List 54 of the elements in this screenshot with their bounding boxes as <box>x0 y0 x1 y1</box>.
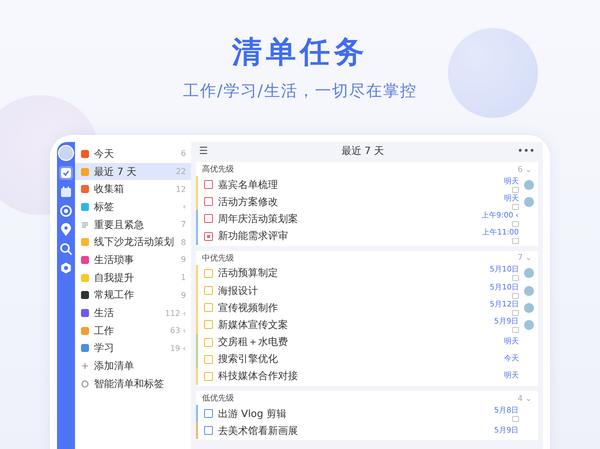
sidebar-item[interactable]: 标签 ‹ <box>75 198 191 216</box>
checkbox[interactable] <box>204 338 213 347</box>
checkbox[interactable] <box>204 197 213 206</box>
subtitle: 工作/学习/生活，一切尽在掌控 <box>183 81 417 101</box>
settings-icon[interactable] <box>59 261 73 275</box>
sidebar-item[interactable]: 工作 63 ‹ <box>75 322 191 340</box>
view-title: 最近 7 天 <box>341 144 384 158</box>
checkbox[interactable] <box>204 214 213 224</box>
item-count: 12 <box>176 184 186 194</box>
target-icon[interactable] <box>59 204 73 218</box>
menu-icon[interactable]: ☰ <box>199 146 208 156</box>
sidebar-item[interactable]: 生活琐事 9 <box>75 251 191 269</box>
sidebar-item[interactable]: 收集箱 12 <box>75 180 191 198</box>
checkbox[interactable] <box>204 268 213 278</box>
checkbox[interactable] <box>204 372 213 381</box>
sidebar-item[interactable]: 学习 19 ‹ <box>75 340 191 358</box>
sidebar-item[interactable]: 常规工作 9 <box>75 286 191 304</box>
item-count: 9 <box>180 255 186 264</box>
location-icon[interactable] <box>59 223 73 237</box>
item-count: 6 <box>180 149 186 158</box>
checkbox[interactable] <box>204 286 213 296</box>
checkbox[interactable] <box>204 354 213 364</box>
item-count: 112 ‹ <box>164 308 186 318</box>
sidebar-item[interactable]: 自我提升 1 <box>75 268 191 286</box>
checkbox[interactable] <box>204 180 213 190</box>
section-label: 低优先级 <box>202 393 234 404</box>
item-count: 1 <box>180 273 186 282</box>
checkbox[interactable] <box>204 232 213 241</box>
sidebar-item[interactable]: 生活 112 ‹ <box>75 304 191 322</box>
more-icon[interactable]: ••• <box>517 146 535 156</box>
headline: 清单任务 <box>232 35 368 71</box>
section-label: 中优先级 <box>202 252 234 264</box>
section-label: 高优先级 <box>202 164 234 175</box>
checkbox[interactable] <box>204 426 213 436</box>
sidebar-item[interactable]: 智能清单和标签 <box>75 374 191 393</box>
sidebar-item[interactable]: 最近 7 天 22 <box>75 162 191 180</box>
checkbox[interactable] <box>204 409 213 418</box>
checkbox[interactable] <box>204 320 213 330</box>
sidebar-item[interactable]: 今天 6 <box>75 145 191 163</box>
item-count: 19 ‹ <box>170 344 186 353</box>
avatar-icon[interactable] <box>58 145 74 161</box>
calendar-icon[interactable] <box>59 185 73 199</box>
item-count: 8 <box>180 238 186 247</box>
item-count: 22 <box>176 167 186 176</box>
item-count: 9 <box>180 290 186 300</box>
sidebar-item[interactable]: 线下沙龙活动策划 8 <box>75 233 191 252</box>
sidebar-item[interactable]: 重要且紧急 7 <box>75 216 191 234</box>
item-count: 7 <box>180 220 186 230</box>
sidebar-item[interactable]: 添加清单 <box>75 357 191 375</box>
checkbox[interactable] <box>204 303 213 312</box>
search-icon[interactable] <box>59 242 73 256</box>
item-count: ‹ <box>182 202 186 212</box>
item-count: 63 ‹ <box>170 326 186 336</box>
checkbox-icon[interactable] <box>59 166 73 180</box>
